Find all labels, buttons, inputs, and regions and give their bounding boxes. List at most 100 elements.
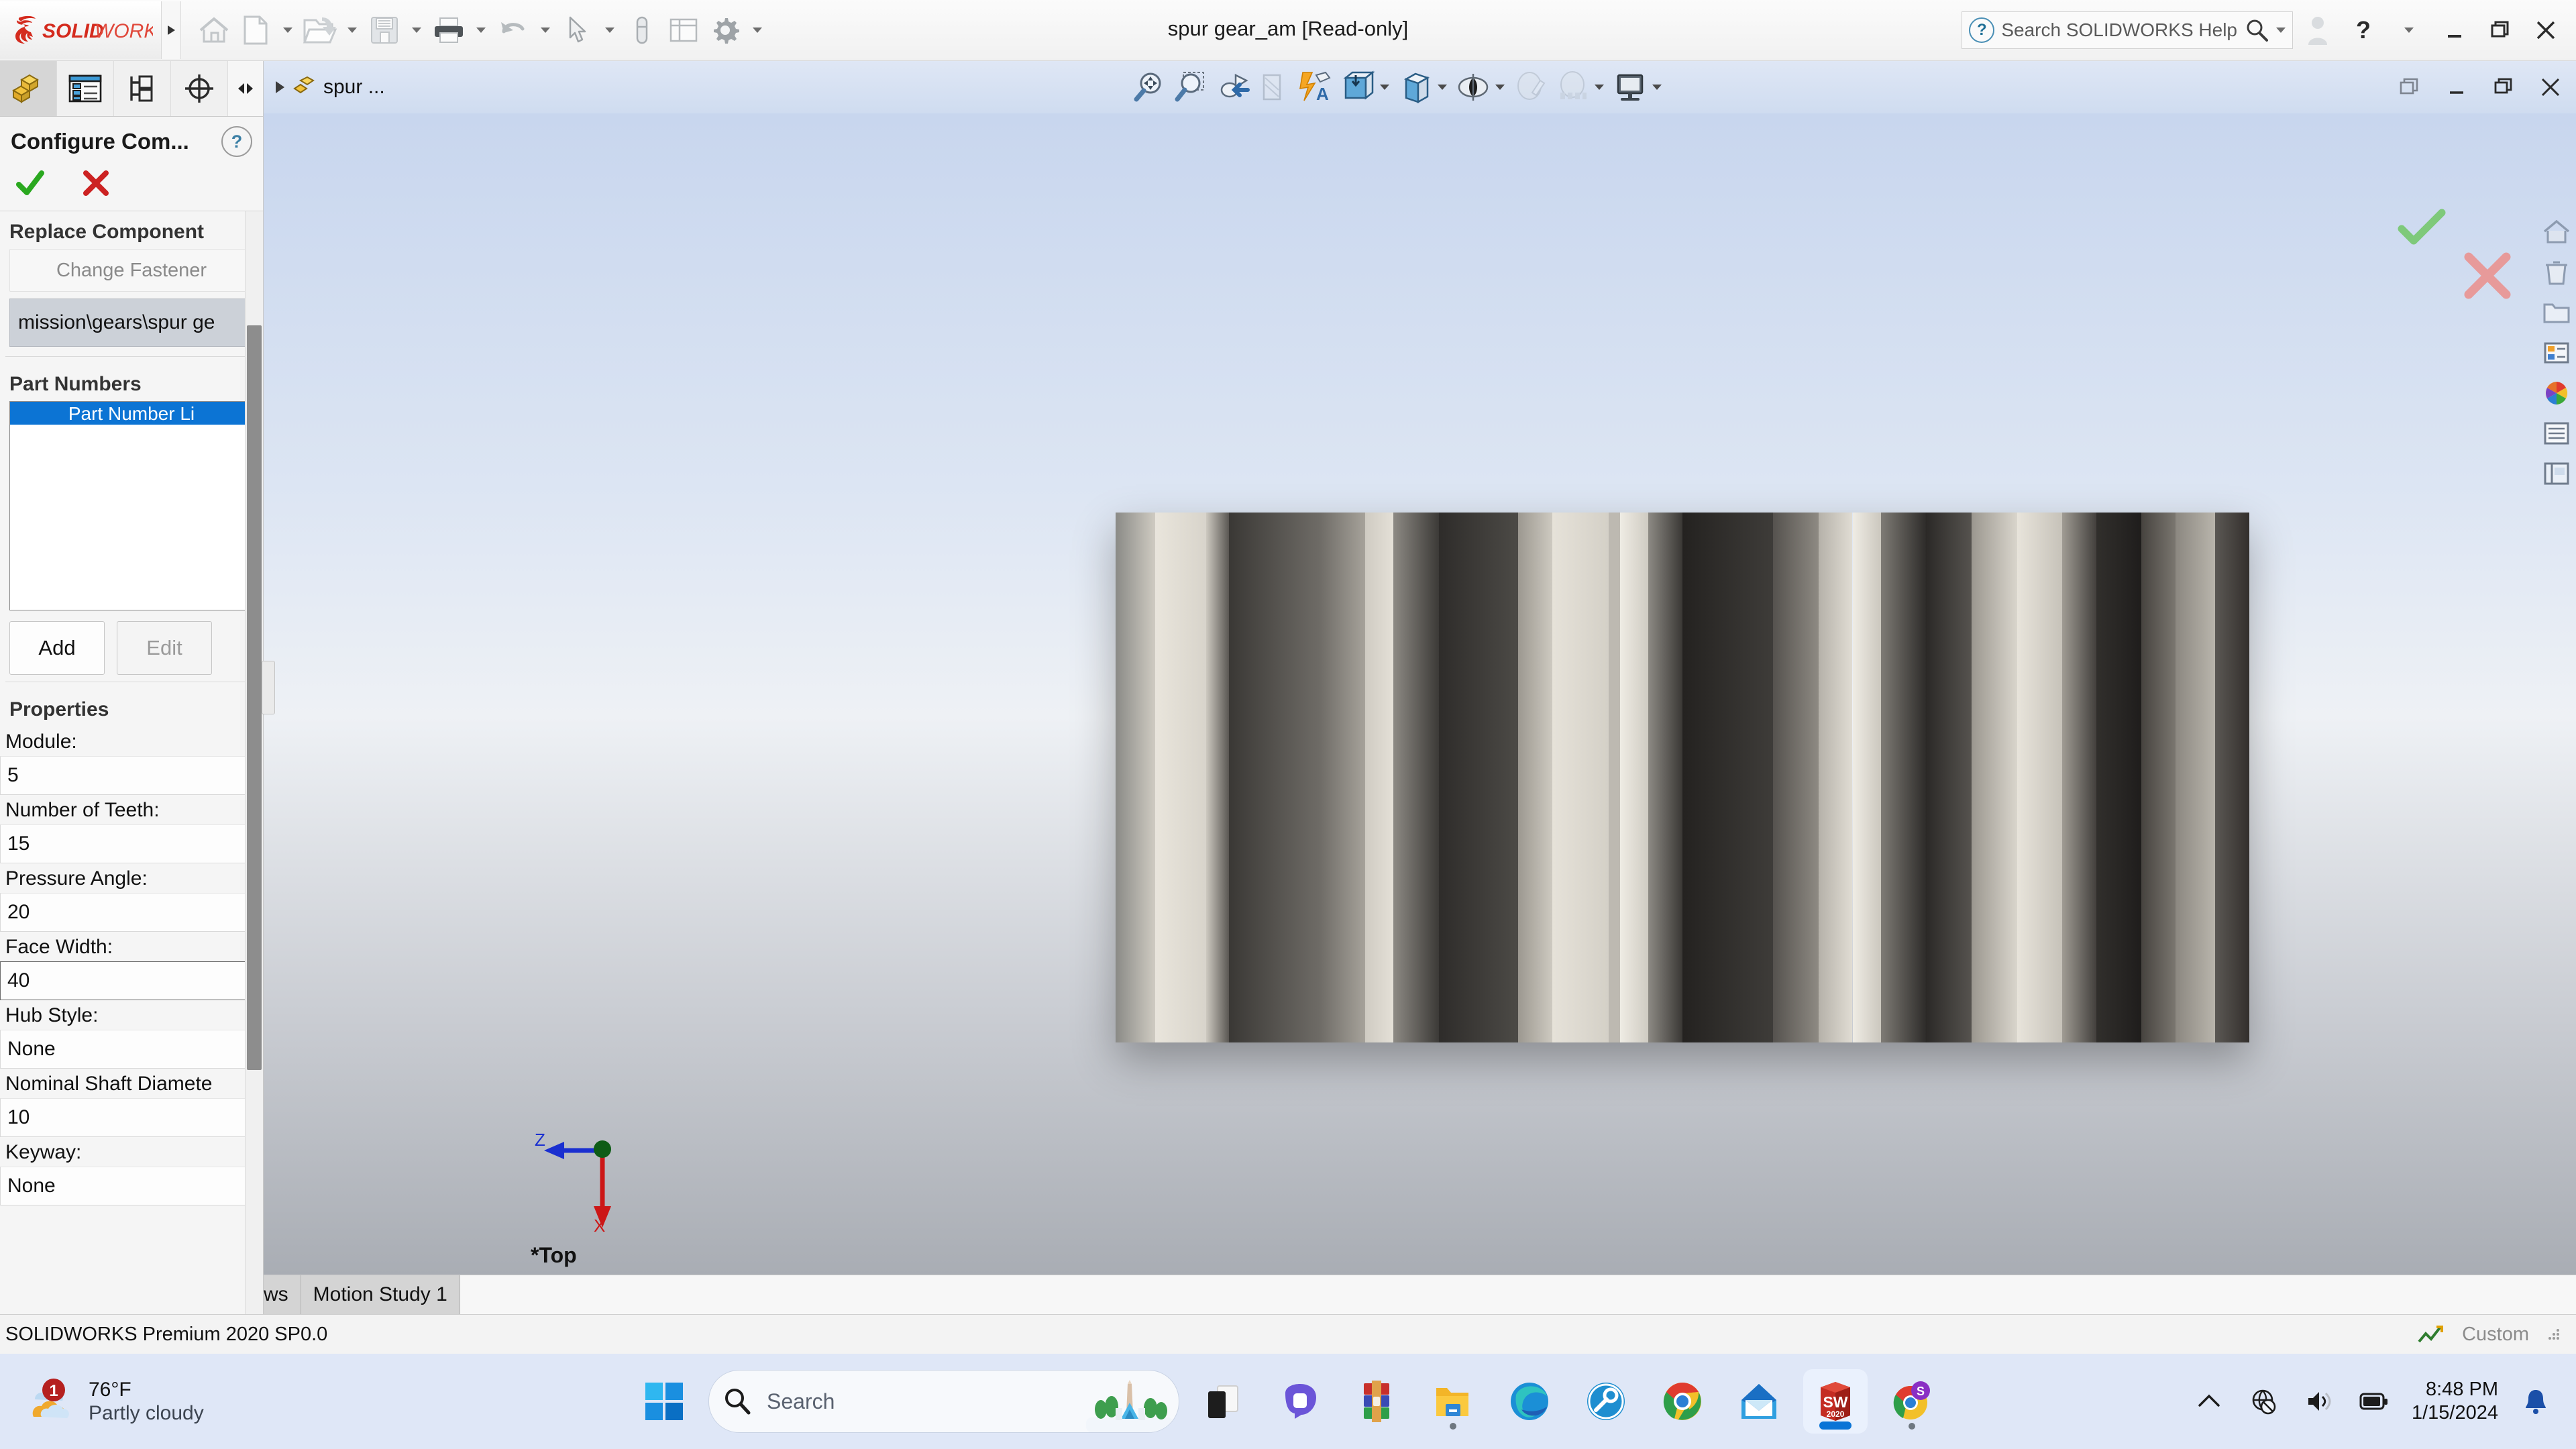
window-minimize-button[interactable] [2434, 9, 2475, 51]
view-settings-icon[interactable] [1609, 66, 1651, 108]
document-minimize-button[interactable] [2442, 72, 2471, 102]
list-view-icon[interactable] [2538, 415, 2575, 451]
home-icon[interactable] [193, 7, 235, 54]
previous-view-icon[interactable] [1212, 66, 1254, 108]
options-gear-icon[interactable] [704, 7, 746, 54]
rebuild-status-icon[interactable] [2416, 1322, 2445, 1347]
save-dropdown[interactable] [405, 7, 428, 54]
appearances-icon[interactable] [2538, 335, 2575, 371]
zoom-to-fit-icon[interactable] [1129, 66, 1171, 108]
home-view-icon[interactable] [2538, 214, 2575, 250]
display-style-dropdown[interactable] [1438, 85, 1447, 90]
view-orientation-icon[interactable] [1337, 66, 1379, 108]
measure-icon[interactable] [621, 7, 663, 54]
document-close-button[interactable] [2536, 72, 2565, 102]
file-explorer-icon[interactable] [1421, 1369, 1485, 1434]
undo-dropdown[interactable] [534, 7, 557, 54]
prop-input-hub-style[interactable]: None [0, 1030, 263, 1069]
help-search-box[interactable]: ? Search SOLIDWORKS Help [1962, 11, 2293, 49]
breadcrumb[interactable]: spur ... [264, 76, 385, 99]
new-document-dropdown[interactable] [276, 7, 299, 54]
tab-motion-study-1[interactable]: Motion Study 1 [301, 1275, 460, 1314]
view-orientation-dropdown[interactable] [1380, 85, 1389, 90]
folder-icon[interactable] [2538, 294, 2575, 331]
component-path-field[interactable]: mission\gears\spur ge [9, 299, 254, 347]
spur-gear-model[interactable] [1116, 513, 2249, 1042]
winrar-icon[interactable] [1344, 1369, 1409, 1434]
save-icon[interactable] [364, 7, 405, 54]
feature-manager-tab[interactable] [0, 61, 57, 116]
edit-appearance-icon[interactable] [1510, 66, 1552, 108]
user-account-icon[interactable] [2297, 9, 2339, 51]
manager-tab-overflow[interactable] [228, 61, 263, 116]
new-document-icon[interactable] [235, 7, 276, 54]
dynamic-annotation-icon[interactable]: A [1295, 66, 1337, 108]
hide-show-items-icon[interactable] [1452, 66, 1494, 108]
color-wheel-icon[interactable] [2538, 375, 2575, 411]
scrollbar-thumb[interactable] [247, 325, 262, 1070]
microsoft-edge-icon[interactable] [1497, 1369, 1562, 1434]
prop-input-keyway[interactable]: None [0, 1167, 263, 1205]
solidworks-icon[interactable]: SW 2020 [1803, 1369, 1868, 1434]
configuration-manager-tab[interactable] [114, 61, 171, 116]
property-manager-tab[interactable] [57, 61, 114, 116]
model-canvas[interactable]: Z X *Top [264, 113, 2576, 1275]
select-dropdown[interactable] [598, 7, 621, 54]
confirm-cancel-icon[interactable] [2459, 248, 2516, 304]
view-settings-dropdown[interactable] [1652, 85, 1662, 90]
help-menu-icon[interactable]: ? [2343, 9, 2384, 51]
display-manager-tab[interactable] [171, 61, 228, 116]
print-icon[interactable] [428, 7, 470, 54]
select-icon[interactable] [557, 7, 598, 54]
mail-icon[interactable] [1727, 1369, 1791, 1434]
options-dropdown[interactable] [746, 7, 769, 54]
document-maximize-button[interactable] [2489, 72, 2518, 102]
discord-icon[interactable] [1268, 1369, 1332, 1434]
prop-input-module[interactable]: 5 [0, 756, 263, 795]
zoom-to-area-icon[interactable] [1171, 66, 1212, 108]
property-manager-help-icon[interactable]: ? [221, 126, 252, 157]
open-document-dropdown[interactable] [341, 7, 364, 54]
property-manager-scrollbar[interactable] [245, 211, 263, 1314]
taskview-icon[interactable] [1191, 1369, 1256, 1434]
status-bar-units[interactable]: Custom [2462, 1324, 2529, 1346]
confirm-accept-icon[interactable] [2395, 207, 2449, 248]
section-view-icon[interactable] [1254, 66, 1295, 108]
hide-show-items-dropdown[interactable] [1495, 85, 1505, 90]
help-menu-dropdown[interactable] [2388, 9, 2430, 51]
undo-icon[interactable] [492, 7, 534, 54]
part-numbers-listbox[interactable]: Part Number Li [9, 401, 254, 610]
close-x-icon [83, 170, 109, 196]
steam-icon[interactable] [1574, 1369, 1638, 1434]
tab-model-views-partial[interactable]: ws [264, 1275, 301, 1314]
prop-input-number-of-teeth[interactable]: 15 [0, 824, 263, 863]
menu-expand-caret[interactable] [162, 1, 181, 59]
prop-input-face-width[interactable]: 40 [0, 961, 263, 1000]
accept-button[interactable] [15, 168, 46, 199]
apply-scene-dropdown[interactable] [1595, 85, 1604, 90]
prop-label-pressure-angle: Pressure Angle: [5, 867, 148, 890]
delete-appearance-icon[interactable] [2538, 254, 2575, 290]
panel-collapse-handle[interactable] [262, 661, 275, 714]
open-document-icon[interactable] [299, 7, 341, 54]
rebuild-icon[interactable] [663, 7, 704, 54]
print-dropdown[interactable] [470, 7, 492, 54]
google-chrome-icon[interactable] [1650, 1369, 1715, 1434]
chrome-secondary-icon[interactable]: S [1880, 1369, 1944, 1434]
solidworks-logo[interactable]: SOLID WORKS [0, 1, 162, 59]
taskbar-search-box[interactable]: Search [708, 1370, 1179, 1433]
start-button[interactable] [632, 1369, 696, 1434]
window-close-button[interactable] [2525, 9, 2567, 51]
prop-input-nominal-shaft-diameter[interactable]: 10 [0, 1098, 263, 1137]
document-restore-button[interactable] [2395, 72, 2424, 102]
cancel-button[interactable] [80, 168, 111, 199]
window-restore-button[interactable] [2479, 9, 2521, 51]
display-style-icon[interactable] [1395, 66, 1436, 108]
svg-text:?: ? [2356, 16, 2371, 44]
change-fastener-button[interactable]: Change Fastener [9, 249, 254, 292]
add-button[interactable]: Add [9, 621, 105, 675]
apply-scene-icon[interactable] [1552, 66, 1593, 108]
prop-input-pressure-angle[interactable]: 20 [0, 893, 263, 932]
help-search-dropdown-icon[interactable] [2276, 28, 2286, 33]
display-pane-icon[interactable] [2538, 455, 2575, 492]
